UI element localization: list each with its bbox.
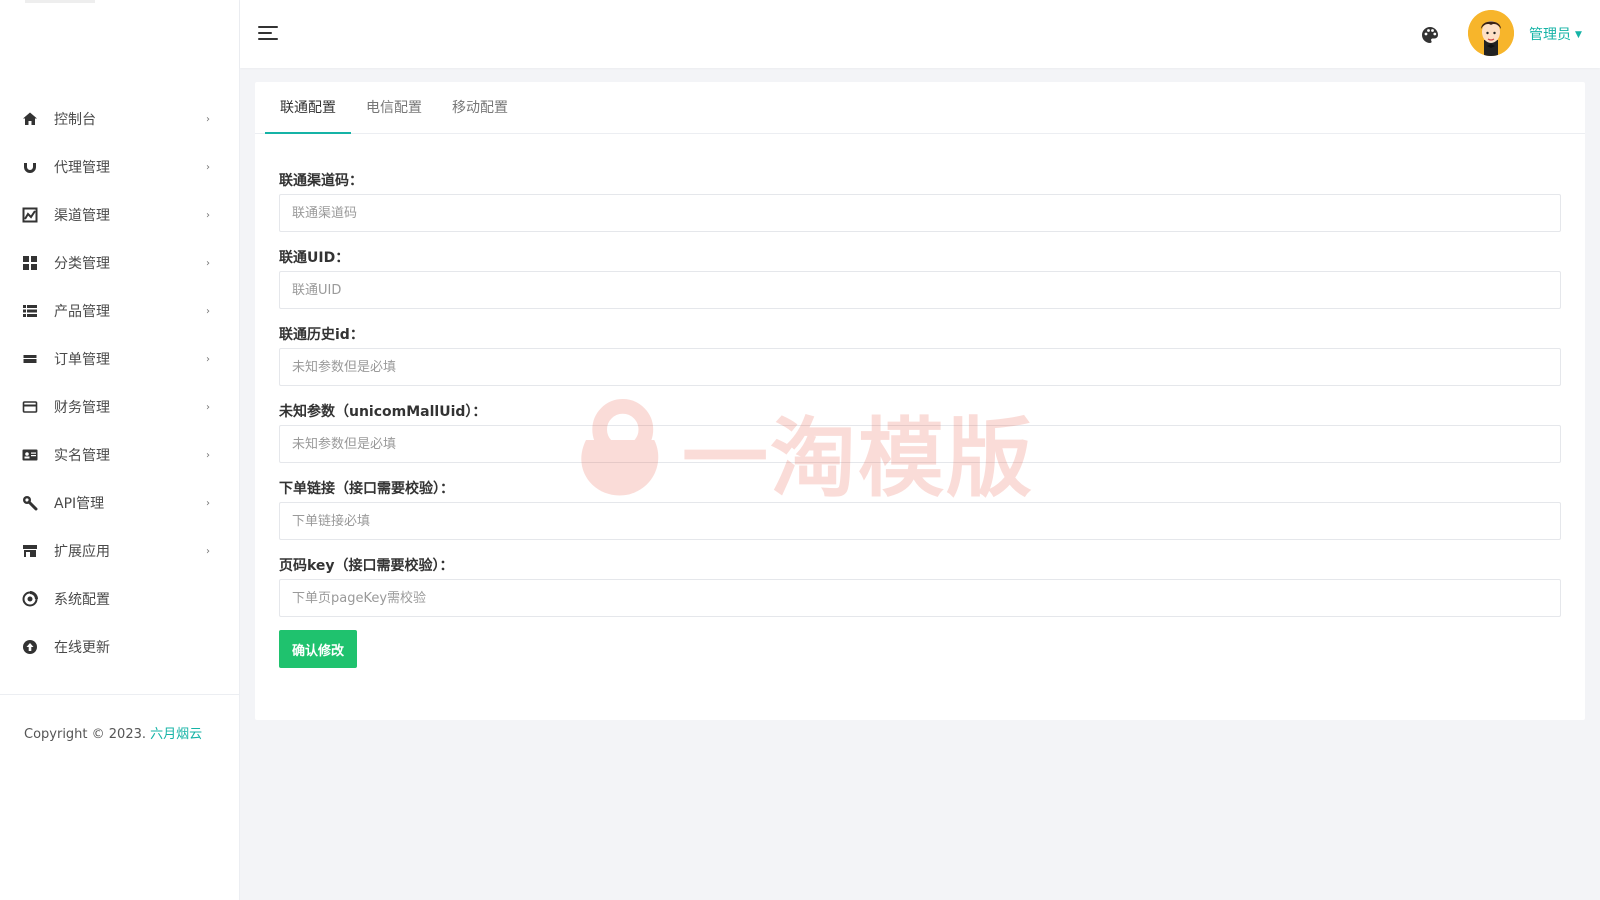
sidebar-item-label: 代理管理 xyxy=(54,160,110,176)
sidebar-item-agents[interactable]: 代理管理 › xyxy=(0,143,240,191)
id-card-icon xyxy=(22,447,38,463)
config-card: 联通配置 电信配置 移动配置 联通渠道码： 联通UID： 联通历史id： 未知参… xyxy=(255,82,1585,720)
sidebar-item-realname[interactable]: 实名管理 › xyxy=(0,431,240,479)
chevron-right-icon: › xyxy=(206,113,210,125)
sidebar-item-system-config[interactable]: 系统配置 xyxy=(0,575,240,623)
channel-code-label: 联通渠道码： xyxy=(279,173,363,189)
tab-telecom-config[interactable]: 电信配置 xyxy=(351,82,437,133)
sidebar-item-label: 实名管理 xyxy=(54,448,110,464)
confirm-modify-button[interactable]: 确认修改 xyxy=(279,630,358,668)
tab-unicom-config[interactable]: 联通配置 xyxy=(265,82,351,134)
sidebar-item-channels[interactable]: 渠道管理 › xyxy=(0,191,240,239)
order-link-label: 下单链接（接口需要校验）： xyxy=(279,481,454,497)
sidebar-item-label: 渠道管理 xyxy=(54,208,110,224)
history-id-input[interactable] xyxy=(279,348,1561,386)
user-name: 管理员 xyxy=(1529,27,1571,43)
chevron-right-icon: › xyxy=(206,353,210,365)
home-icon xyxy=(22,111,38,127)
sidebar-item-label: 在线更新 xyxy=(54,640,110,656)
sidebar-item-products[interactable]: 产品管理 › xyxy=(0,287,240,335)
mall-uid-input[interactable] xyxy=(279,425,1561,463)
uid-label: 联通UID： xyxy=(279,250,350,266)
chevron-right-icon: › xyxy=(206,161,210,173)
page-key-label: 页码key（接口需要校验）： xyxy=(279,558,454,574)
top-header: 管理员 ▼ xyxy=(240,0,1600,68)
config-tabs: 联通配置 电信配置 移动配置 xyxy=(255,82,1585,134)
sidebar-item-finance[interactable]: 财务管理 › xyxy=(0,383,240,431)
form-group-channel-code: 联通渠道码： xyxy=(279,168,1561,245)
uid-input[interactable] xyxy=(279,271,1561,309)
sidebar-item-label: 产品管理 xyxy=(54,304,110,320)
grid-icon xyxy=(22,255,38,271)
form-group-mall-uid: 未知参数（unicomMallUid）： xyxy=(279,399,1561,476)
sidebar-item-label: 财务管理 xyxy=(54,400,110,416)
upload-icon xyxy=(22,639,38,655)
channel-code-input[interactable] xyxy=(279,194,1561,232)
wrench-icon xyxy=(22,495,38,511)
sidebar-item-api[interactable]: API管理 › xyxy=(0,479,240,527)
sidebar-item-label: 扩展应用 xyxy=(54,544,110,560)
order-icon xyxy=(22,351,38,367)
sidebar-item-label: API管理 xyxy=(54,496,105,512)
sidebar: 控制台 › 代理管理 › 渠道管理 › 分类管理 › 产品管理 › 订单管理 ›… xyxy=(0,0,240,900)
chart-icon xyxy=(22,207,38,223)
tab-mobile-config[interactable]: 移动配置 xyxy=(437,82,523,133)
settings-icon xyxy=(22,591,38,607)
unicom-config-form: 联通渠道码： 联通UID： 联通历史id： 未知参数（unicomMallUid… xyxy=(255,134,1585,668)
chevron-right-icon: › xyxy=(206,545,210,557)
chevron-right-icon: › xyxy=(206,401,210,413)
menu-toggle-icon[interactable] xyxy=(258,24,280,42)
copyright: Copyright © 2023. 六月烟云 xyxy=(24,723,202,742)
copyright-link[interactable]: 六月烟云 xyxy=(150,727,202,742)
logo xyxy=(25,0,95,3)
history-id-label: 联通历史id： xyxy=(279,327,364,343)
caret-down-icon: ▼ xyxy=(1575,30,1582,40)
mall-uid-label: 未知参数（unicomMallUid）： xyxy=(279,404,487,420)
sidebar-item-orders[interactable]: 订单管理 › xyxy=(0,335,240,383)
card-icon xyxy=(22,399,38,415)
store-icon xyxy=(22,543,38,559)
magnet-icon xyxy=(22,159,38,175)
sidebar-item-online-update[interactable]: 在线更新 xyxy=(0,623,240,671)
order-link-input[interactable] xyxy=(279,502,1561,540)
sidebar-item-label: 系统配置 xyxy=(54,592,110,608)
list-icon xyxy=(22,303,38,319)
chevron-right-icon: › xyxy=(206,449,210,461)
copyright-text: Copyright © 2023. xyxy=(24,727,147,742)
sidebar-divider xyxy=(0,694,240,695)
form-group-order-link: 下单链接（接口需要校验）： xyxy=(279,476,1561,553)
palette-icon[interactable] xyxy=(1420,25,1440,45)
chevron-right-icon: › xyxy=(206,209,210,221)
form-group-page-key: 页码key（接口需要校验）： xyxy=(279,553,1561,630)
sidebar-item-categories[interactable]: 分类管理 › xyxy=(0,239,240,287)
sidebar-nav: 控制台 › 代理管理 › 渠道管理 › 分类管理 › 产品管理 › 订单管理 ›… xyxy=(0,95,240,671)
sidebar-item-extensions[interactable]: 扩展应用 › xyxy=(0,527,240,575)
user-menu[interactable]: 管理员 ▼ xyxy=(1529,24,1582,44)
form-group-uid: 联通UID： xyxy=(279,245,1561,322)
page-key-input[interactable] xyxy=(279,579,1561,617)
chevron-right-icon: › xyxy=(206,257,210,269)
form-group-history-id: 联通历史id： xyxy=(279,322,1561,399)
sidebar-item-dashboard[interactable]: 控制台 › xyxy=(0,95,240,143)
sidebar-item-label: 订单管理 xyxy=(54,352,110,368)
chevron-right-icon: › xyxy=(206,497,210,509)
avatar[interactable] xyxy=(1468,10,1514,56)
chevron-right-icon: › xyxy=(206,305,210,317)
sidebar-item-label: 分类管理 xyxy=(54,256,110,272)
sidebar-item-label: 控制台 xyxy=(54,112,96,128)
